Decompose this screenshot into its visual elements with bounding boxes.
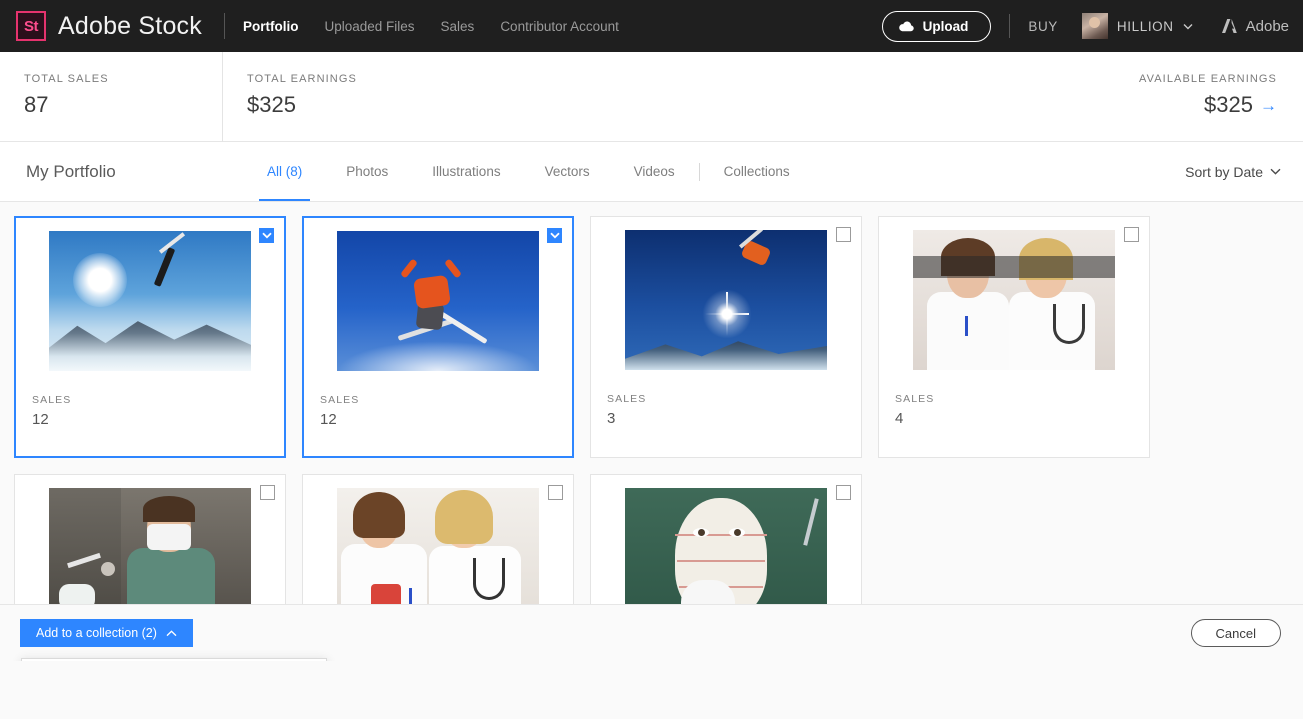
- avatar: [1082, 13, 1108, 39]
- asset-thumbnail: [913, 230, 1115, 370]
- chevron-down-icon: [1270, 168, 1281, 175]
- total-sales-value: 87: [24, 92, 223, 118]
- selection-action-bar: Add to a collection (2) Cancel: [0, 604, 1303, 661]
- filter-tabs: All (8) Photos Illustrations Vectors Vid…: [245, 142, 812, 201]
- adobe-logo-icon: [1221, 18, 1238, 34]
- asset-grid-region: SALES 12 SALES 12: [0, 202, 1303, 661]
- chevron-down-icon: [1183, 23, 1193, 30]
- sales-value: 3: [607, 410, 861, 427]
- asset-thumbnail-area: [879, 217, 1149, 383]
- chevron-up-icon: [166, 630, 177, 637]
- portfolio-tabs-bar: My Portfolio All (8) Photos Illustration…: [0, 142, 1303, 202]
- cancel-button[interactable]: Cancel: [1191, 619, 1281, 647]
- asset-thumbnail: [625, 230, 827, 370]
- top-navigation-bar: St Adobe Stock Portfolio Uploaded Files …: [0, 0, 1303, 52]
- sales-label: SALES: [895, 393, 1149, 405]
- asset-select-checkbox[interactable]: [548, 485, 563, 500]
- top-nav-right-group: Upload BUY HILLION Adobe: [882, 11, 1303, 42]
- stats-bar: TOTAL SALES 87 TOTAL EARNINGS $325 AVAIL…: [0, 52, 1303, 142]
- nav-link-sales[interactable]: Sales: [441, 19, 475, 34]
- available-earnings-value: $325: [1204, 92, 1253, 118]
- tab-photos[interactable]: Photos: [324, 142, 410, 201]
- asset-meta: SALES 12: [304, 384, 572, 428]
- upload-buy-divider: [1009, 14, 1010, 38]
- total-earnings-label: TOTAL EARNINGS: [247, 73, 423, 85]
- nav-link-uploaded-files[interactable]: Uploaded Files: [324, 19, 414, 34]
- tab-videos[interactable]: Videos: [612, 142, 697, 201]
- sales-value: 12: [32, 411, 284, 428]
- asset-card[interactable]: SALES 3: [590, 216, 862, 458]
- asset-meta: SALES 4: [879, 383, 1149, 427]
- tab-all[interactable]: All (8): [245, 142, 324, 201]
- available-earnings-row: $325 →: [1139, 92, 1277, 118]
- asset-thumbnail-area: [591, 217, 861, 383]
- stat-total-sales: TOTAL SALES 87: [0, 52, 223, 118]
- asset-card[interactable]: SALES 12: [14, 216, 286, 458]
- tab-collections[interactable]: Collections: [702, 142, 812, 201]
- buy-link[interactable]: BUY: [1028, 19, 1058, 34]
- asset-thumbnail-area: [304, 218, 572, 384]
- asset-card[interactable]: SALES 12: [302, 216, 574, 458]
- user-name-label: HILLION: [1117, 19, 1174, 34]
- chevron-down-icon: [262, 232, 272, 239]
- asset-meta: SALES 12: [16, 384, 284, 428]
- adobe-stock-logo-icon: St: [16, 11, 46, 41]
- tabs-divider: [699, 163, 700, 181]
- asset-select-checkbox[interactable]: [836, 227, 851, 242]
- stat-available-earnings: AVAILABLE EARNINGS $325 →: [1139, 52, 1303, 118]
- asset-select-checkbox[interactable]: [547, 228, 562, 243]
- sales-value: 12: [320, 411, 572, 428]
- asset-select-checkbox[interactable]: [1124, 227, 1139, 242]
- chevron-down-icon: [550, 232, 560, 239]
- adobe-link[interactable]: Adobe: [1221, 18, 1289, 35]
- brand-block[interactable]: St Adobe Stock: [0, 11, 202, 41]
- sales-label: SALES: [607, 393, 861, 405]
- asset-thumbnail-area: [16, 218, 284, 384]
- asset-thumbnail: [337, 231, 539, 371]
- sales-label: SALES: [320, 394, 572, 406]
- sales-value: 4: [895, 410, 1149, 427]
- primary-nav-links: Portfolio Uploaded Files Sales Contribut…: [243, 19, 619, 34]
- upload-button[interactable]: Upload: [882, 11, 992, 42]
- tab-illustrations[interactable]: Illustrations: [410, 142, 522, 201]
- sort-by-label: Sort by Date: [1185, 164, 1263, 180]
- tab-vectors[interactable]: Vectors: [523, 142, 612, 201]
- upload-button-label: Upload: [923, 19, 969, 34]
- adobe-label: Adobe: [1246, 18, 1289, 35]
- add-to-collection-popup: Add to a collection Create Ski Medical F…: [21, 658, 327, 661]
- total-earnings-value: $325: [247, 92, 423, 118]
- asset-select-checkbox[interactable]: [260, 485, 275, 500]
- cloud-upload-icon: [899, 20, 914, 33]
- nav-divider: [224, 13, 225, 39]
- sort-by-dropdown[interactable]: Sort by Date: [1185, 164, 1303, 180]
- asset-card[interactable]: SALES 4: [878, 216, 1150, 458]
- asset-select-checkbox[interactable]: [836, 485, 851, 500]
- brand-name: Adobe Stock: [58, 12, 202, 41]
- asset-grid: SALES 12 SALES 12: [0, 216, 1303, 661]
- total-sales-label: TOTAL SALES: [24, 73, 223, 85]
- add-to-collection-label: Add to a collection (2): [36, 626, 157, 640]
- nav-link-portfolio[interactable]: Portfolio: [243, 19, 299, 34]
- stat-total-earnings: TOTAL EARNINGS $325: [223, 52, 423, 118]
- add-to-collection-button[interactable]: Add to a collection (2): [20, 619, 193, 647]
- user-menu[interactable]: HILLION: [1082, 13, 1193, 39]
- asset-meta: SALES 3: [591, 383, 861, 427]
- nav-link-contributor-account[interactable]: Contributor Account: [500, 19, 619, 34]
- sales-label: SALES: [32, 394, 284, 406]
- page-title: My Portfolio: [0, 162, 245, 182]
- available-earnings-label: AVAILABLE EARNINGS: [1139, 73, 1277, 85]
- asset-thumbnail: [49, 231, 251, 371]
- arrow-right-icon[interactable]: →: [1260, 97, 1277, 114]
- asset-select-checkbox[interactable]: [259, 228, 274, 243]
